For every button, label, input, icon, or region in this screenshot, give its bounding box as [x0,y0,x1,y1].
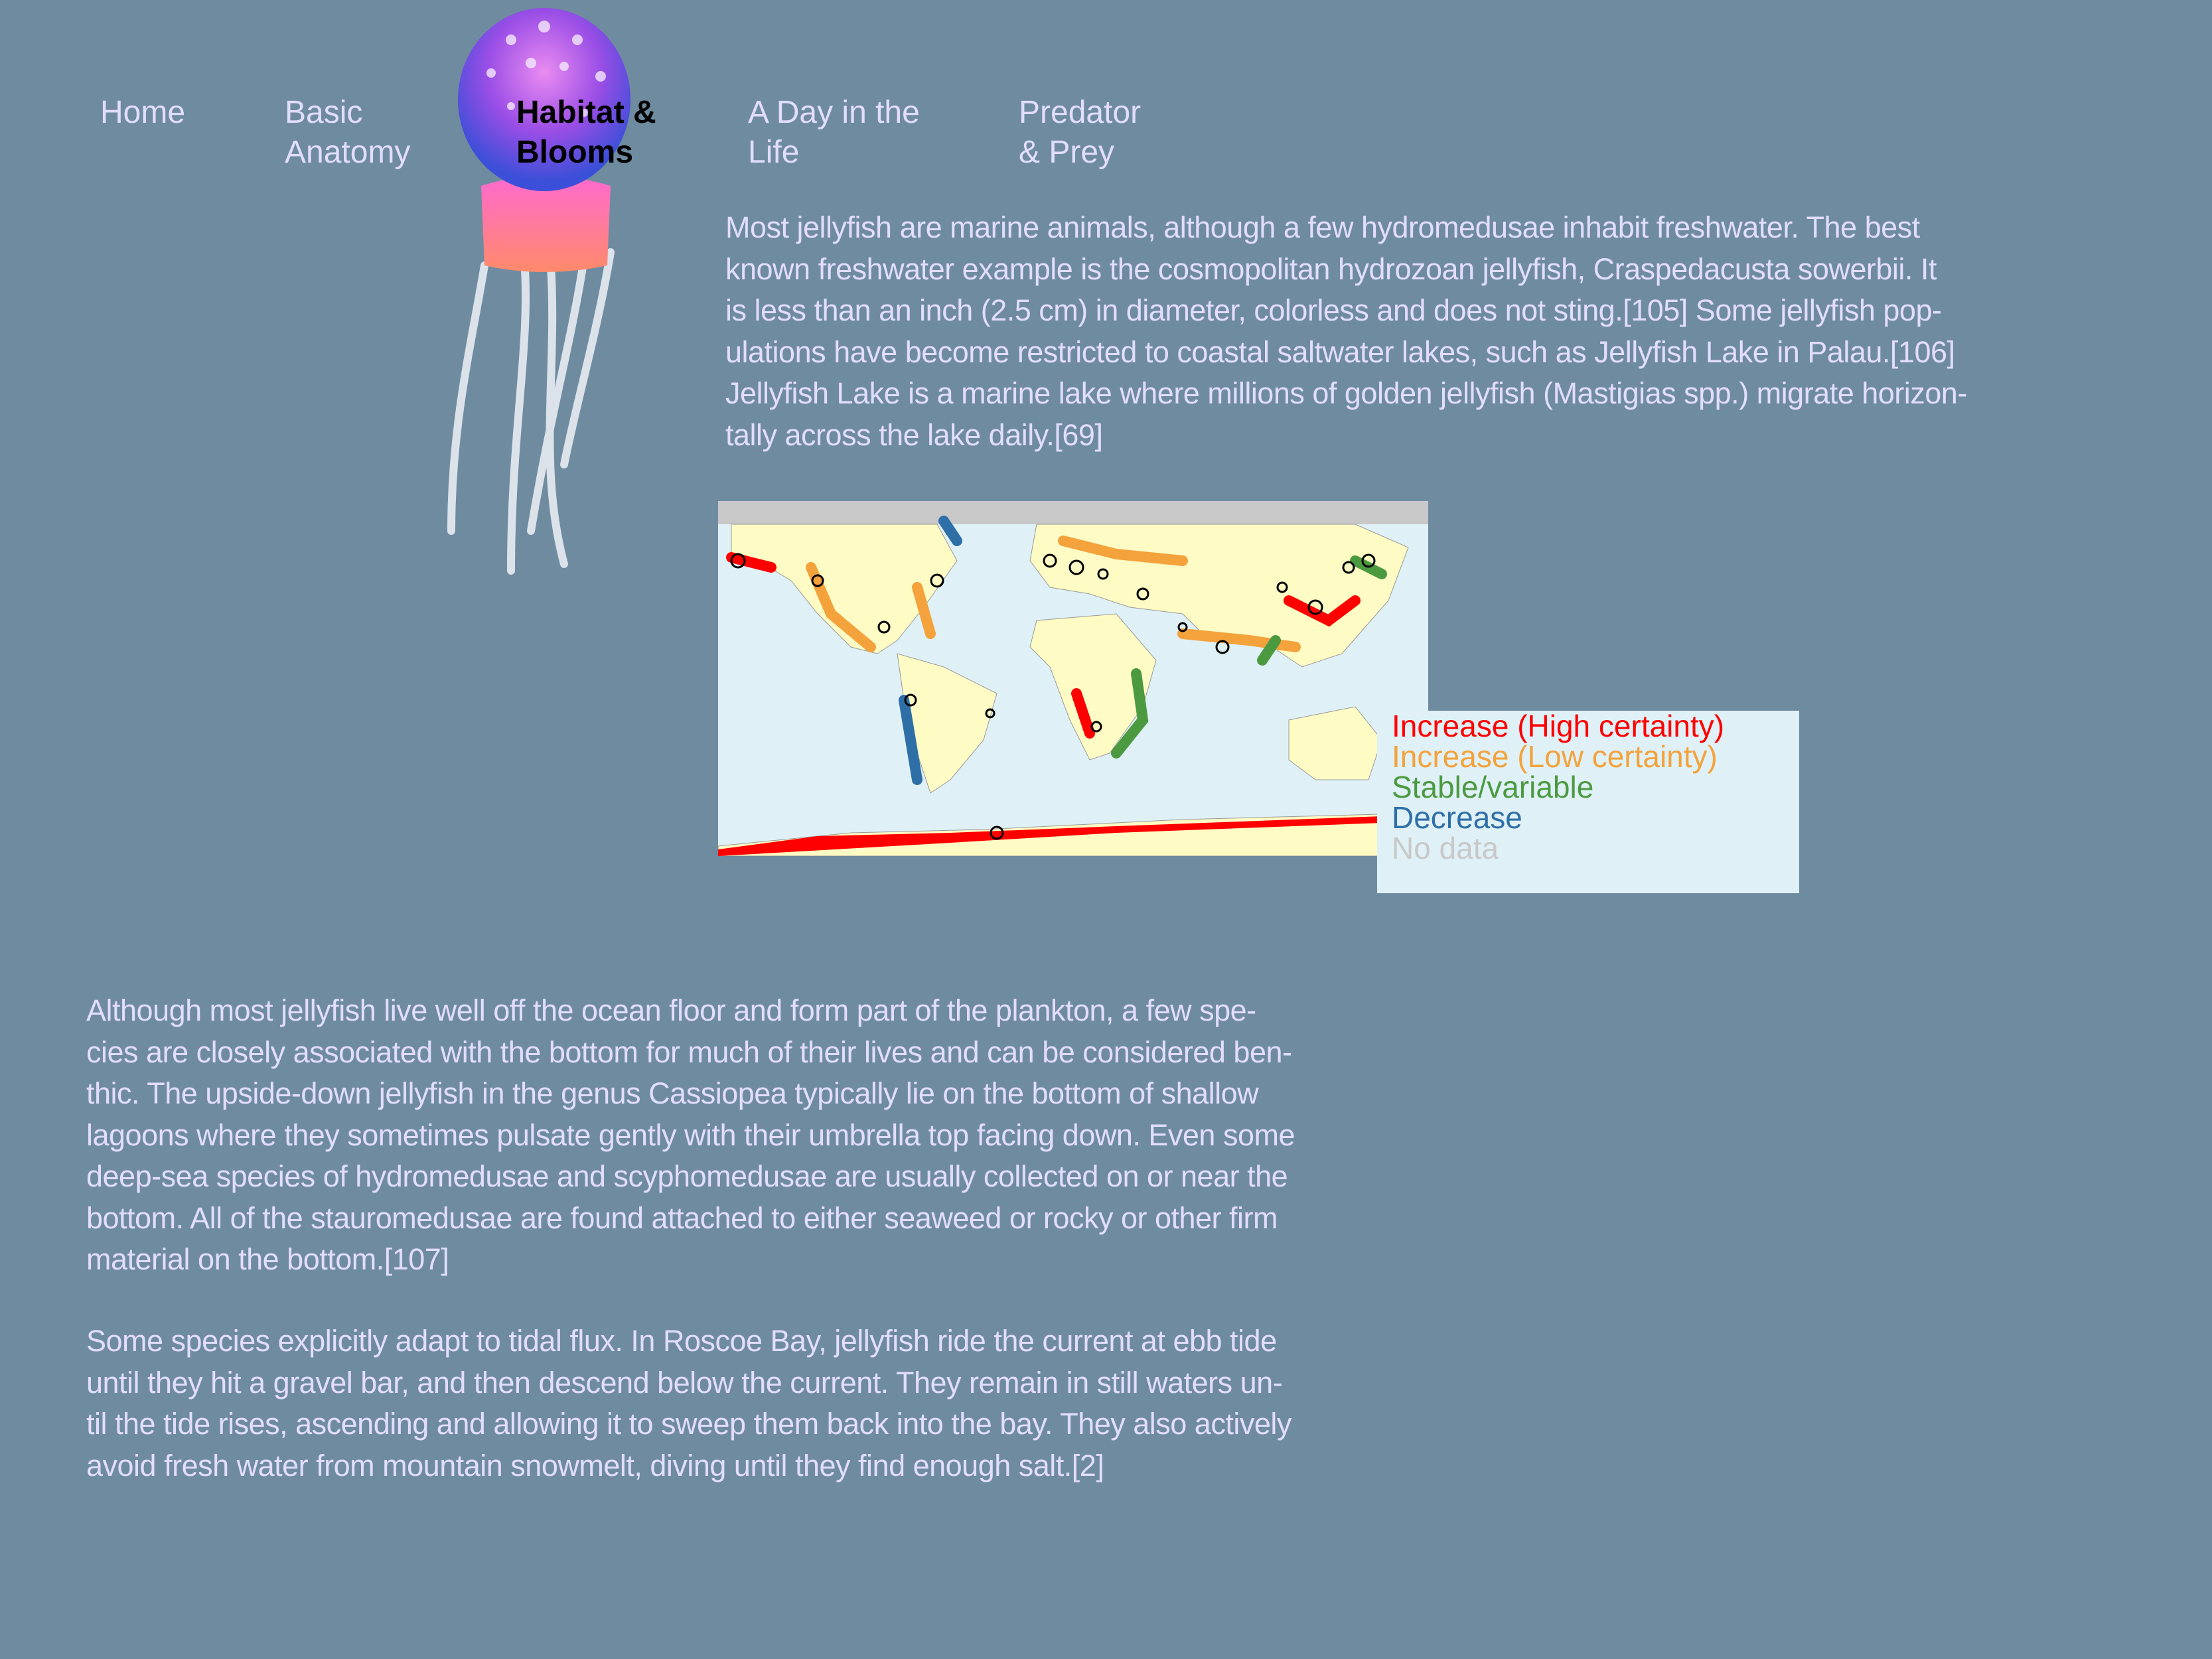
text-line: Some species explicitly adapt to tidal f… [86,1324,1277,1358]
legend-item-decrease: Decrease [1392,800,1522,835]
nav-basic-anatomy[interactable]: Basic Anatomy [285,93,410,173]
nav-home[interactable]: Home [100,93,185,133]
nav-label: Home [100,95,186,130]
nav-label: Habitat & [516,95,656,130]
legend-item-increase-high: Increase (High certainty) [1392,709,1725,743]
benthic-paragraph: Although most jellyfish live well off th… [86,990,1295,1281]
legend-item-no-data: No data [1392,831,1499,865]
text-line: is less than an inch (2.5 cm) in diamete… [725,293,1942,327]
nav-label: Predator [1019,95,1142,130]
nav-a-day-in-the-life[interactable]: A Day in the Life [748,93,920,173]
text-line: known freshwater example is the cosmopol… [725,252,1937,286]
text-line: Jellyfish Lake is a marine lake where mi… [725,376,1967,410]
text-line: deep-sea species of hydromedusae and scy… [86,1159,1288,1193]
intro-paragraph: Most jellyfish are marine animals, altho… [725,207,1967,456]
nav-predator-prey[interactable]: Predator & Prey [1019,93,1141,173]
text-line: bottom. All of the stauromedusae are fou… [86,1200,1278,1235]
nav-label: Life [748,135,800,170]
jellyfish-population-map [718,501,1428,856]
nav-label: A Day in the [748,95,920,130]
text-line: cies are closely associated with the bot… [86,1035,1292,1069]
legend-item-increase-low: Increase (Low certainty) [1392,739,1718,774]
text-line: til the tide rises, ascending and allowi… [86,1407,1291,1441]
nav-label: Basic [285,95,363,130]
nav-label: Blooms [516,135,634,170]
tidal-paragraph: Some species explicitly adapt to tidal f… [86,1321,1291,1486]
nav-habitat-blooms[interactable]: Habitat & Blooms [516,93,656,173]
jellyfish-image [447,8,630,575]
text-line: tally across the lake daily.[69] [725,417,1103,452]
text-line: avoid fresh water from mountain snowmelt… [86,1448,1104,1482]
nav-label: Anatomy [285,135,411,170]
text-line: Although most jellyfish live well off th… [86,993,1256,1027]
nav-label: & Prey [1019,135,1115,170]
text-line: thic. The upside-down jellyfish in the g… [86,1076,1259,1110]
text-line: lagoons where they sometimes pulsate gen… [86,1118,1295,1152]
text-line: until they hit a gravel bar, and then de… [86,1365,1283,1400]
text-line: Most jellyfish are marine animals, altho… [725,210,1920,244]
map-legend: Increase (High certainty) Increase (Low … [1377,711,1799,893]
text-line: ulations have become restricted to coast… [725,334,1955,369]
legend-item-stable: Stable/variable [1392,770,1594,804]
text-line: material on the bottom.[107] [86,1242,449,1276]
